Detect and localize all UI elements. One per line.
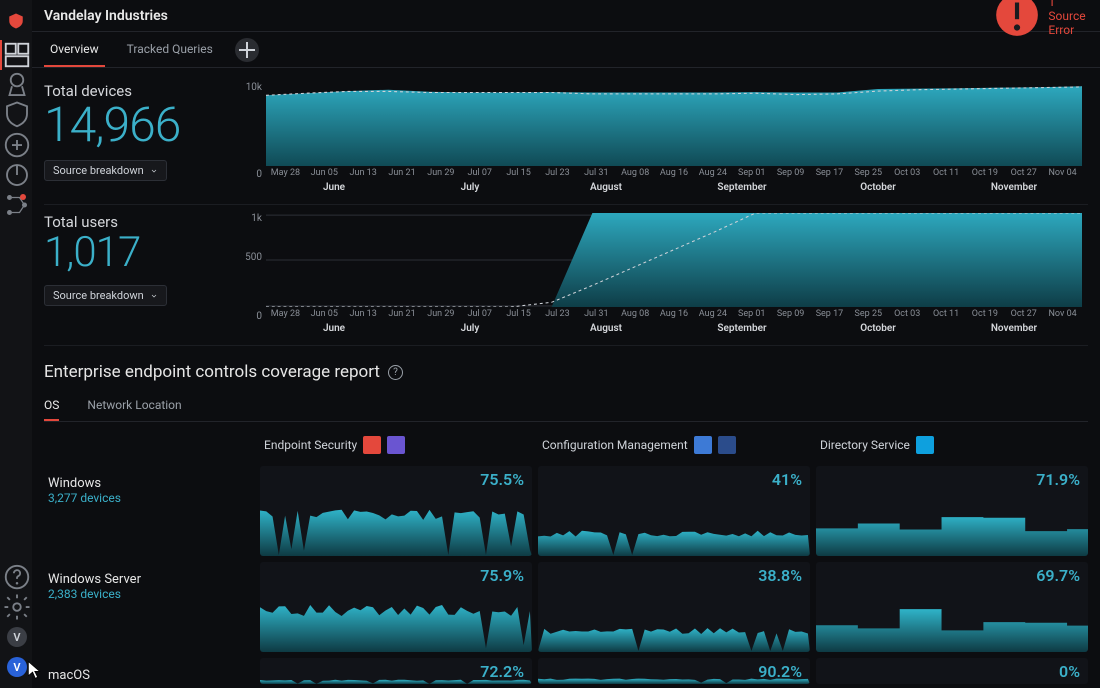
coverage-tabs: OS Network Location (44, 390, 1088, 422)
coverage-percent: 71.9% (1036, 470, 1080, 489)
coverage-cell[interactable]: 72.2% (260, 658, 532, 684)
nav-help-icon[interactable] (0, 562, 32, 592)
col-config-mgmt: Configuration Management (538, 430, 810, 460)
coverage-row-label: Windows3,277 devices (44, 466, 254, 556)
info-icon[interactable]: ? (388, 365, 403, 380)
y-tick: 500 (238, 252, 262, 263)
kpi-value: 1,017 (44, 231, 226, 275)
source-breakdown-button[interactable]: Source breakdown (44, 285, 167, 306)
coverage-grid: Endpoint Security Configuration Manageme… (44, 430, 1088, 684)
os-name: macOS (48, 668, 250, 683)
workspace-switcher-1[interactable]: V (0, 622, 32, 652)
devices-chart: 10k 0 (238, 82, 1088, 196)
coverage-percent: 69.7% (1036, 566, 1080, 585)
vendor-icon (694, 436, 712, 454)
nav-dashboard-icon[interactable] (0, 40, 32, 70)
kpi-total-users: Total users 1,017 Source breakdown 1k 50… (44, 205, 1088, 346)
os-name: Windows Server (48, 572, 250, 587)
plus-icon (235, 38, 259, 62)
coverage-percent: 0% (1059, 662, 1080, 681)
device-count: 3,277 devices (48, 491, 250, 505)
vendor-icon (387, 436, 405, 454)
page-header: Vandelay Industries 1 Source Error (32, 0, 1100, 32)
source-breakdown-button[interactable]: Source breakdown (44, 160, 167, 181)
vendor-icon (718, 436, 736, 454)
y-tick: 1k (238, 213, 262, 224)
kpi-total-devices: Total devices 14,966 Source breakdown 10… (44, 74, 1088, 205)
nav-connections-icon[interactable] (0, 190, 32, 220)
vendor-icon (363, 436, 381, 454)
avatar: V (7, 627, 27, 647)
y-tick: 0 (238, 169, 262, 180)
coverage-cell[interactable]: 0% (816, 658, 1088, 684)
kpi-value: 14,966 (44, 100, 226, 150)
coverage-cell[interactable]: 75.9% (260, 562, 532, 652)
nav-settings-icon[interactable] (0, 592, 32, 622)
coverage-percent: 41% (772, 470, 802, 489)
section-title: Enterprise endpoint controls coverage re… (44, 362, 380, 382)
coverage-percent: 75.9% (480, 566, 524, 585)
coverage-cell[interactable]: 90.2% (538, 658, 810, 684)
os-name: Windows (48, 476, 250, 491)
main-tabs: Overview Tracked Queries (32, 32, 1100, 68)
coverage-cell[interactable]: 71.9% (816, 466, 1088, 556)
coverage-percent: 75.5% (480, 470, 524, 489)
avatar: V (7, 657, 27, 677)
left-nav: V V (0, 0, 32, 688)
nav-power-icon[interactable] (0, 160, 32, 190)
coverage-cell[interactable]: 75.5% (260, 466, 532, 556)
app-logo-icon[interactable] (7, 12, 25, 30)
vendor-icon (916, 436, 934, 454)
tab-overview[interactable]: Overview (44, 32, 105, 67)
coverage-cell[interactable]: 41% (538, 466, 810, 556)
tab-network-location[interactable]: Network Location (87, 390, 181, 421)
coverage-cell[interactable]: 69.7% (816, 562, 1088, 652)
tab-os[interactable]: OS (44, 390, 59, 421)
breakdown-label: Source breakdown (53, 164, 144, 177)
nav-source-icon[interactable] (0, 130, 32, 160)
y-tick: 10k (238, 82, 262, 93)
workspace-switcher-2[interactable]: V (0, 652, 32, 682)
chevron-down-icon (150, 167, 158, 175)
users-chart: 1k 500 0 (238, 213, 1088, 337)
y-tick: 0 (238, 311, 262, 322)
coverage-percent: 72.2% (480, 662, 524, 681)
col-directory: Directory Service (816, 430, 1088, 460)
add-tab-button[interactable] (235, 38, 259, 62)
coverage-percent: 38.8% (758, 566, 802, 585)
coverage-percent: 90.2% (758, 662, 802, 681)
nav-shield-icon[interactable] (0, 100, 32, 130)
page-title: Vandelay Industries (44, 8, 168, 24)
coverage-row-label: Windows Server2,383 devices (44, 562, 254, 652)
coverage-row-label: macOS (44, 658, 254, 684)
breakdown-label: Source breakdown (53, 289, 144, 302)
device-count: 2,383 devices (48, 587, 250, 601)
chevron-down-icon (150, 292, 158, 300)
nav-alerts-icon[interactable] (0, 70, 32, 100)
coverage-section-header: Enterprise endpoint controls coverage re… (44, 346, 1088, 390)
coverage-cell[interactable]: 38.8% (538, 562, 810, 652)
badge-dot-icon (20, 194, 26, 200)
col-endpoint-security: Endpoint Security (260, 430, 532, 460)
tab-tracked-queries[interactable]: Tracked Queries (121, 32, 219, 67)
